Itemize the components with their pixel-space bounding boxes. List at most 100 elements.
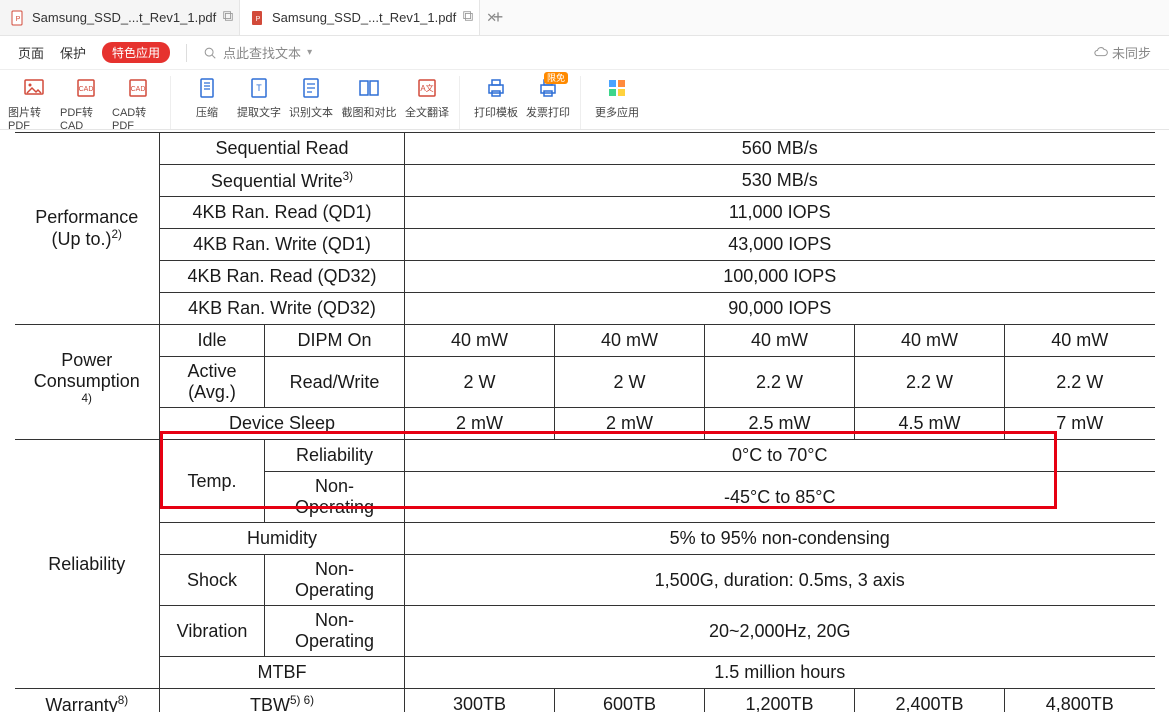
duplicate-tab-icon[interactable] — [462, 10, 474, 25]
power-val: 2.2 W — [1005, 357, 1155, 408]
tbw-val: 600TB — [555, 689, 705, 712]
menu-row: 页面 保护 特色应用 点此查找文本 ▾ 未同步 — [0, 36, 1169, 70]
tb-translate[interactable]: A文 全文翻译 — [401, 76, 453, 129]
svg-text:T: T — [256, 83, 262, 93]
tb-label: 识别文本 — [289, 104, 333, 120]
tb-pdf2cad[interactable]: CAD PDF转CAD — [60, 76, 112, 129]
tb-cad2pdf[interactable]: CAD CAD转PDF — [112, 76, 164, 129]
spec-value: 530 MB/s — [405, 165, 1155, 197]
tb-invoice-print[interactable]: 限免 发票打印 — [522, 76, 574, 129]
tbw-val: 300TB — [405, 689, 555, 712]
cad-icon: CAD — [74, 76, 98, 100]
power-val: 2 mW — [555, 408, 705, 440]
sync-status[interactable]: 未同步 — [1094, 43, 1151, 62]
vibration-sub: Non-Operating — [265, 606, 405, 657]
vibration-label: Vibration — [160, 606, 265, 657]
menu-special[interactable]: 特色应用 — [102, 42, 170, 63]
power-val: 2.2 W — [855, 357, 1005, 408]
svg-text:P: P — [256, 16, 261, 23]
power-active-sub: Read/Write — [265, 357, 405, 408]
power-val: 40 mW — [705, 325, 855, 357]
menu-protect[interactable]: 保护 — [60, 43, 86, 62]
svg-text:A文: A文 — [420, 83, 433, 93]
tb-print-template[interactable]: 打印模板 — [470, 76, 522, 129]
spec-table: Performance(Up to.)2) Sequential Read 56… — [15, 132, 1155, 712]
tab-2[interactable]: P Samsung_SSD_...t_Rev1_1.pdf ✕ — [240, 0, 480, 35]
extract-icon: T — [247, 76, 271, 100]
translate-icon: A文 — [415, 76, 439, 100]
temp-rel-label: Reliability — [265, 440, 405, 472]
spec-name: 4KB Ran. Write (QD1) — [160, 229, 405, 261]
menu-page[interactable]: 页面 — [18, 43, 44, 62]
cloud-icon — [1094, 46, 1108, 60]
tb-label: 压缩 — [196, 104, 218, 120]
humidity-val: 5% to 95% non-condensing — [405, 523, 1155, 555]
image-icon — [22, 76, 46, 100]
tb-extract-text[interactable]: T 提取文字 — [233, 76, 285, 129]
chevron-down-icon: ▾ — [307, 47, 312, 58]
power-idle-label: Idle — [160, 325, 265, 357]
temp-label: Temp. — [160, 440, 265, 523]
tb-label: CAD转PDF — [112, 104, 164, 132]
tb-label: 更多应用 — [595, 104, 639, 120]
shock-val: 1,500G, duration: 0.5ms, 3 axis — [405, 555, 1155, 606]
temp-nonop-label: Non-Operating — [265, 472, 405, 523]
search-placeholder: 点此查找文本 — [223, 43, 301, 62]
tb-label: 图片转PDF — [8, 104, 60, 132]
tb-compress[interactable]: 压缩 — [181, 76, 233, 129]
svg-text:CAD: CAD — [131, 86, 146, 93]
spec-name: Sequential Read — [160, 133, 405, 165]
shock-label: Shock — [160, 555, 265, 606]
tb-label: 全文翻译 — [405, 104, 449, 120]
toolbar-group-convert: 图片转PDF CAD PDF转CAD CAD CAD转PDF — [2, 76, 171, 129]
tbw-label: TBW5) 6) — [160, 689, 405, 712]
humidity-label: Humidity — [160, 523, 405, 555]
tb-label: 打印模板 — [474, 104, 518, 120]
apps-icon — [605, 76, 629, 100]
pdf-icon: P — [10, 10, 26, 26]
badge-limited-free: 限免 — [544, 72, 568, 84]
spec-value: 90,000 IOPS — [405, 293, 1155, 325]
divider — [186, 44, 187, 62]
tb-ocr[interactable]: 识别文本 — [285, 76, 337, 129]
pdf-icon: P — [250, 10, 266, 26]
tab-1[interactable]: P Samsung_SSD_...t_Rev1_1.pdf — [0, 0, 240, 35]
temp-rel-val: 0°C to 70°C — [405, 440, 1155, 472]
pdf-page: Performance(Up to.)2) Sequential Read 56… — [15, 130, 1155, 712]
tabs-row: P Samsung_SSD_...t_Rev1_1.pdf P Samsung_… — [0, 0, 1169, 36]
power-val: 2.2 W — [705, 357, 855, 408]
vibration-val: 20~2,000Hz, 20G — [405, 606, 1155, 657]
document-area[interactable]: Performance(Up to.)2) Sequential Read 56… — [0, 130, 1169, 712]
print-icon — [484, 76, 508, 100]
power-val: 4.5 mW — [855, 408, 1005, 440]
spec-value: 43,000 IOPS — [405, 229, 1155, 261]
duplicate-tab-icon[interactable] — [222, 10, 234, 25]
power-val: 2.5 mW — [705, 408, 855, 440]
tb-screenshot-compare[interactable]: 截图和对比 — [337, 76, 401, 129]
power-val: 2 W — [555, 357, 705, 408]
compress-icon — [195, 76, 219, 100]
mtbf-val: 1.5 million hours — [405, 657, 1155, 689]
tb-img2pdf[interactable]: 图片转PDF — [8, 76, 60, 129]
spec-value: 100,000 IOPS — [405, 261, 1155, 293]
power-val: 40 mW — [1005, 325, 1155, 357]
tab-label: Samsung_SSD_...t_Rev1_1.pdf — [272, 10, 456, 25]
search-box[interactable]: 点此查找文本 ▾ — [203, 43, 312, 62]
row-header-performance: Performance(Up to.)2) — [15, 133, 160, 325]
power-val: 40 mW — [855, 325, 1005, 357]
search-icon — [203, 46, 217, 60]
tb-label: 发票打印 — [526, 104, 570, 120]
spec-name: 4KB Ran. Read (QD32) — [160, 261, 405, 293]
spec-name: 4KB Ran. Read (QD1) — [160, 197, 405, 229]
power-sleep-label: Device Sleep — [160, 408, 405, 440]
row-header-power: PowerConsumption4) — [15, 325, 160, 440]
tb-more-apps[interactable]: 更多应用 — [591, 76, 643, 129]
new-tab-button[interactable]: + — [480, 0, 516, 35]
spec-name: 4KB Ran. Write (QD32) — [160, 293, 405, 325]
power-val: 40 mW — [405, 325, 555, 357]
toolbar-group-more: 更多应用 — [585, 76, 649, 129]
cad-icon: CAD — [126, 76, 150, 100]
tb-label: PDF转CAD — [60, 104, 112, 132]
tab-label: Samsung_SSD_...t_Rev1_1.pdf — [32, 10, 216, 25]
tbw-val: 1,200TB — [705, 689, 855, 712]
